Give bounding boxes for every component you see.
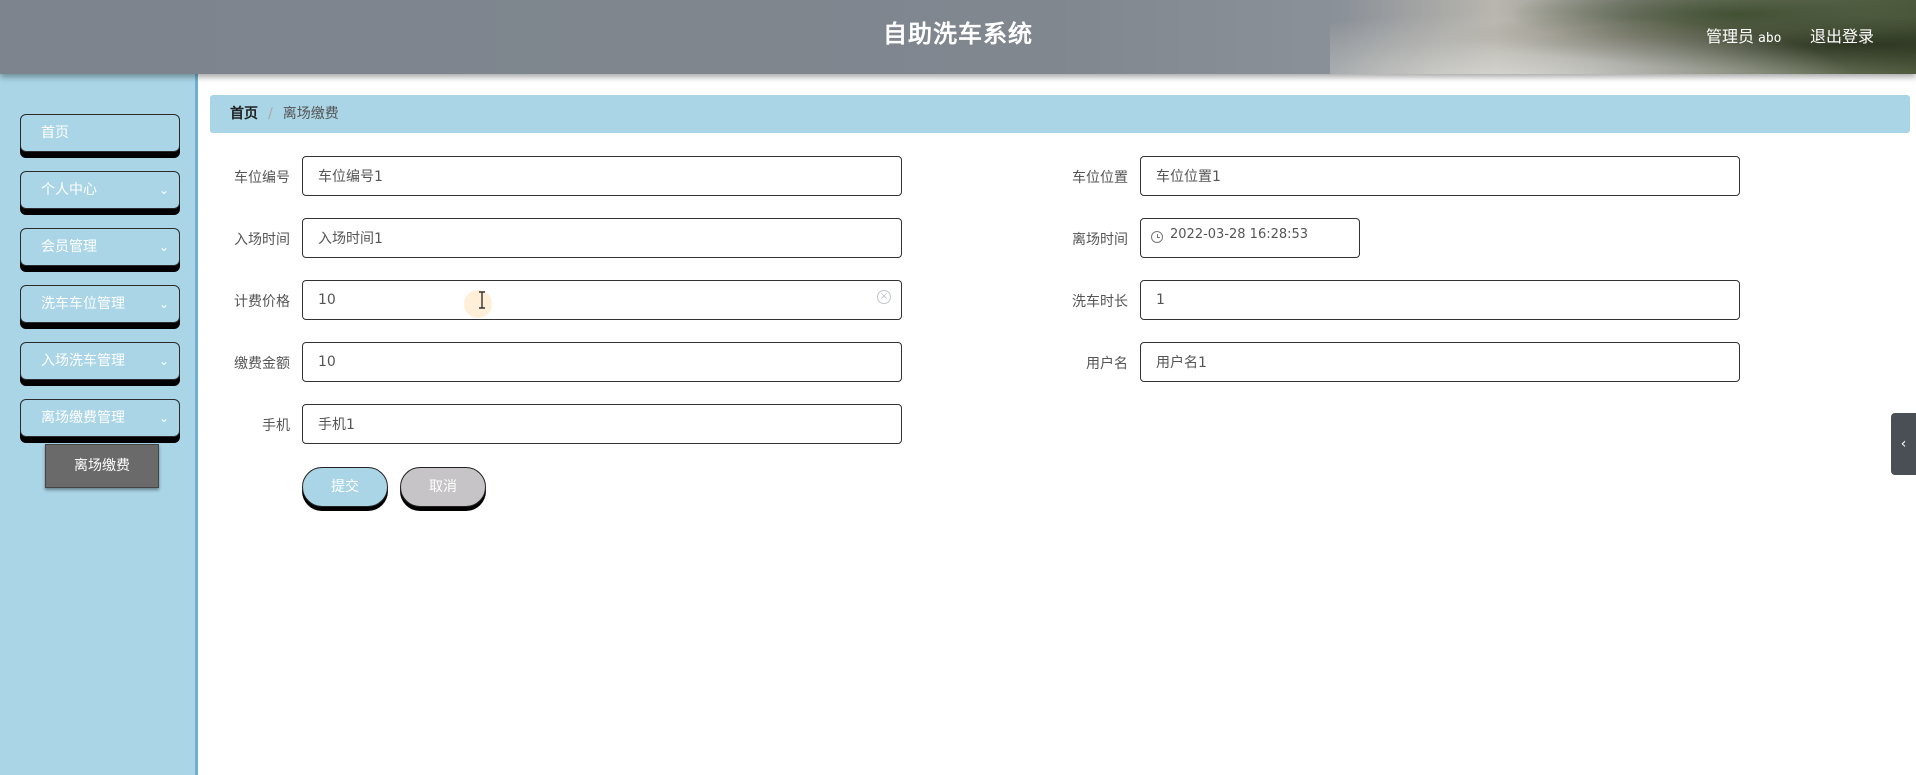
sidebar-item-entry-management[interactable]: 入场洗车管理 ⌄ xyxy=(20,342,180,380)
parking-location-input[interactable] xyxy=(1140,156,1740,196)
collapse-panel-button[interactable]: ‹ xyxy=(1891,413,1916,475)
sidebar: 首页 个人中心 ⌄ 会员管理 ⌄ 洗车车位管理 ⌄ 入场洗车管理 ⌄ 离场缴费管… xyxy=(0,74,198,775)
breadcrumb-current: 离场缴费 xyxy=(282,106,339,122)
sidebar-item-exit-payment-management[interactable]: 离场缴费管理 ⌄ xyxy=(20,399,180,437)
top-header: 自助洗车系统 管理员 abo 退出登录 xyxy=(0,0,1916,74)
sidebar-item-parking-management[interactable]: 洗车车位管理 ⌄ xyxy=(20,285,180,323)
sidebar-item-member-management[interactable]: 会员管理 ⌄ xyxy=(20,228,180,266)
exit-time-label: 离场时间 xyxy=(1072,232,1128,248)
app-title: 自助洗车系统 xyxy=(883,19,1033,48)
username-input[interactable] xyxy=(1140,342,1740,382)
parking-no-label: 车位编号 xyxy=(234,170,290,186)
phone-input[interactable] xyxy=(302,404,902,444)
username: abo xyxy=(1758,31,1782,46)
current-user: 管理员 abo xyxy=(1706,23,1782,47)
chevron-left-icon: ‹ xyxy=(1900,436,1907,452)
sidebar-subitem-exit-payment[interactable]: 离场缴费 xyxy=(45,444,159,488)
fee-amount-input[interactable] xyxy=(302,342,902,382)
price-label: 计费价格 xyxy=(234,294,290,310)
sidebar-item-label: 离场缴费管理 xyxy=(41,410,125,426)
clear-input-icon[interactable]: × xyxy=(877,290,891,304)
username-label: 用户名 xyxy=(1086,356,1128,372)
wash-duration-input[interactable] xyxy=(1140,280,1740,320)
entry-time-label: 入场时间 xyxy=(234,232,290,248)
chevron-down-icon: ⌄ xyxy=(158,240,169,254)
sidebar-item-label: 洗车车位管理 xyxy=(41,296,125,312)
breadcrumb-home[interactable]: 首页 xyxy=(230,106,258,122)
parking-location-label: 车位位置 xyxy=(1072,170,1128,186)
chevron-down-icon: ⌄ xyxy=(158,297,169,311)
entry-time-input[interactable] xyxy=(302,218,902,258)
exit-time-value: 2022-03-28 16:28:53 xyxy=(1170,227,1309,242)
fee-amount-label: 缴费金额 xyxy=(234,356,290,372)
parking-no-input[interactable] xyxy=(302,156,902,196)
phone-label: 手机 xyxy=(262,418,290,434)
chevron-down-icon: ⌄ xyxy=(158,354,169,368)
chevron-down-icon: ⌄ xyxy=(158,183,169,197)
breadcrumb: 首页 / 离场缴费 xyxy=(210,95,1910,133)
price-input[interactable] xyxy=(302,280,902,320)
logout-link[interactable]: 退出登录 xyxy=(1810,23,1874,47)
sidebar-item-home[interactable]: 首页 xyxy=(20,114,180,152)
text-cursor-icon xyxy=(479,291,485,309)
cancel-button[interactable]: 取消 xyxy=(400,467,486,507)
sidebar-item-personal-center[interactable]: 个人中心 ⌄ xyxy=(20,171,180,209)
wash-duration-label: 洗车时长 xyxy=(1072,294,1128,310)
sidebar-item-label: 个人中心 xyxy=(41,182,97,198)
breadcrumb-separator: / xyxy=(268,106,273,122)
submit-button[interactable]: 提交 xyxy=(302,467,388,507)
chevron-down-icon: ⌄ xyxy=(158,411,169,425)
sidebar-item-label: 会员管理 xyxy=(41,239,97,255)
sidebar-item-label: 入场洗车管理 xyxy=(41,353,125,369)
sidebar-item-label: 首页 xyxy=(41,125,69,141)
clock-icon xyxy=(1151,231,1163,243)
user-role: 管理员 xyxy=(1706,27,1755,46)
